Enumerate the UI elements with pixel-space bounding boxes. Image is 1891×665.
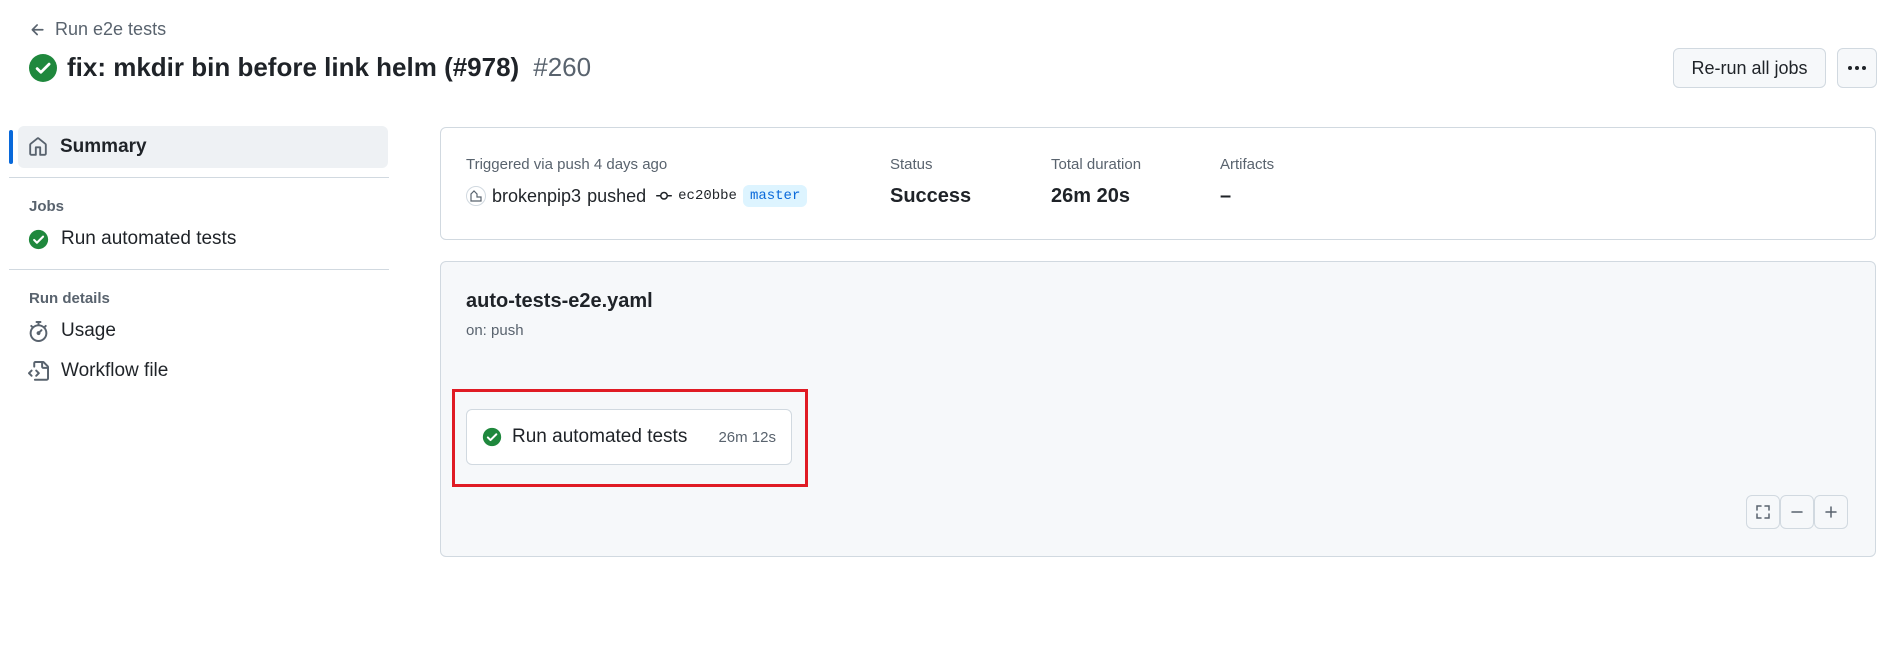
kebab-horizontal-icon xyxy=(1848,66,1866,70)
rerun-all-jobs-button[interactable]: Re-run all jobs xyxy=(1673,48,1826,88)
duration-column: Total duration 26m 20s xyxy=(1051,156,1141,208)
sidebar-item-job[interactable]: Run automated tests xyxy=(9,219,389,259)
trigger-label: Triggered via push 4 days ago xyxy=(466,156,668,173)
divider xyxy=(9,269,389,270)
jobs-heading: Jobs xyxy=(29,198,65,215)
duration-value: 26m 20s xyxy=(1051,185,1130,207)
workflow-graph: auto-tests-e2e.yaml on: push Run automat… xyxy=(440,261,1876,557)
sidebar-item-summary[interactable]: Summary xyxy=(9,126,388,168)
avatar[interactable] xyxy=(466,186,486,206)
status-label: Status xyxy=(890,156,933,173)
more-options-button[interactable] xyxy=(1837,48,1877,88)
workflow-file-name: auto-tests-e2e.yaml xyxy=(466,290,653,312)
active-indicator xyxy=(9,130,13,164)
back-link[interactable]: Run e2e tests xyxy=(29,19,166,40)
artifacts-label: Artifacts xyxy=(1220,156,1275,173)
plus-icon xyxy=(1825,506,1837,518)
file-code-icon xyxy=(28,360,49,381)
sidebar-item-workflow-file[interactable]: Workflow file xyxy=(9,351,389,391)
job-card[interactable]: Run automated tests 26m 12s xyxy=(466,409,792,465)
commit-sha: ec20bbe xyxy=(678,188,737,204)
job-name: Run automated tests xyxy=(512,426,688,447)
divider xyxy=(9,177,389,178)
arrow-left-icon xyxy=(31,23,44,35)
git-commit-icon xyxy=(656,191,673,200)
run-summary-card: Triggered via push 4 days ago brokenpip3… xyxy=(440,127,1876,240)
check-circle-fill-icon xyxy=(29,53,57,82)
artifacts-column: Artifacts – xyxy=(1220,156,1274,208)
artifacts-value: – xyxy=(1220,185,1232,207)
sidebar-item-label: Summary xyxy=(60,136,147,157)
home-icon xyxy=(29,137,47,156)
page-title-row: fix: mkdir bin before link helm (#978) #… xyxy=(29,52,591,83)
run-number: #260 xyxy=(533,52,592,82)
zoom-in-button[interactable] xyxy=(1814,495,1848,529)
run-details-heading: Run details xyxy=(29,290,110,307)
status-column: Status Success xyxy=(890,156,971,208)
sidebar: Summary Jobs Run automated tests Run det… xyxy=(9,126,389,391)
sidebar-item-usage[interactable]: Usage xyxy=(9,311,389,351)
sidebar-item-label: Workflow file xyxy=(61,360,169,381)
commit-link[interactable]: ec20bbe xyxy=(656,188,737,204)
action-text: pushed xyxy=(587,185,647,206)
sidebar-item-label: Run automated tests xyxy=(61,228,237,249)
fullscreen-button[interactable] xyxy=(1746,495,1780,529)
duration-label: Total duration xyxy=(1051,156,1142,173)
job-duration: 26m 12s xyxy=(718,428,776,446)
zoom-out-button[interactable] xyxy=(1780,495,1814,529)
sidebar-item-label: Usage xyxy=(61,320,116,341)
trigger-details: brokenpip3 pushed ec20bbe master xyxy=(466,185,808,207)
trigger-column: Triggered via push 4 days ago brokenpip3… xyxy=(466,156,808,207)
check-circle-fill-icon xyxy=(28,229,49,249)
dash-icon xyxy=(1791,511,1803,513)
screen-full-icon xyxy=(1756,505,1770,519)
workflow-trigger: on: push xyxy=(466,322,524,339)
avatar-icon xyxy=(470,190,482,202)
status-value: Success xyxy=(890,185,972,207)
actor-link[interactable]: brokenpip3 xyxy=(492,186,581,207)
stopwatch-icon xyxy=(29,320,48,342)
branch-badge[interactable]: master xyxy=(742,185,808,207)
page-title: fix: mkdir bin before link helm (#978) xyxy=(67,52,520,82)
back-link-label: Run e2e tests xyxy=(55,19,167,39)
check-circle-fill-icon xyxy=(482,427,502,447)
